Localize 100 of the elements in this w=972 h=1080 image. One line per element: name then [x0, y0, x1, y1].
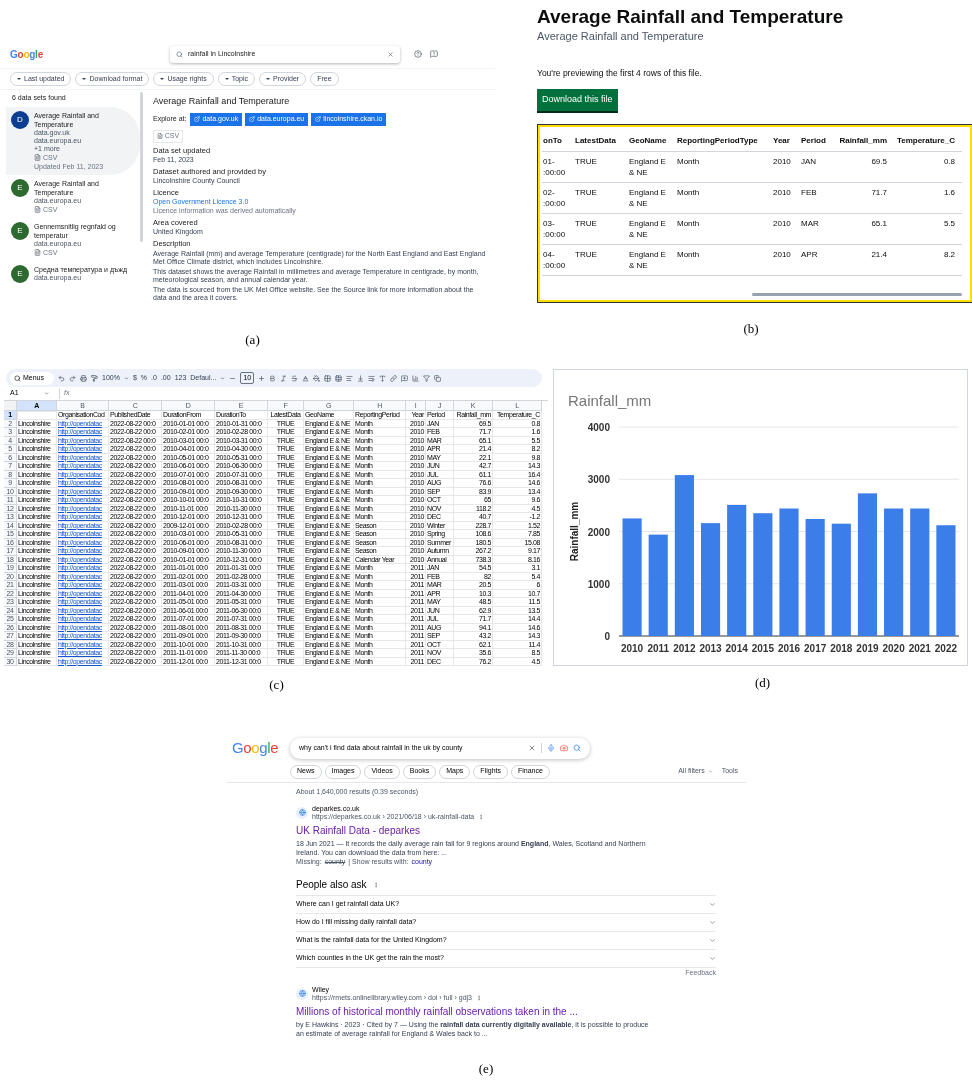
tick-label: 2010 [620, 643, 644, 654]
fill-color-icon[interactable] [313, 374, 321, 382]
close-icon[interactable] [387, 50, 394, 58]
microphone-icon[interactable] [547, 744, 555, 752]
italic-icon[interactable] [280, 374, 288, 382]
more-icon[interactable] [372, 881, 379, 888]
avatar: D [11, 110, 29, 129]
caret-icon [44, 391, 49, 396]
tick-label: 4000 [587, 422, 610, 433]
column-header: onTo [542, 134, 563, 147]
chevron-icon [709, 901, 716, 908]
figure-caption: (c) [269, 675, 284, 694]
paint-format-icon[interactable] [91, 374, 98, 382]
camera-icon[interactable] [560, 744, 568, 752]
tick-label: 2000 [587, 526, 610, 538]
table-cell-text: MAR [800, 217, 820, 230]
table-cell-text: 2010 [772, 186, 792, 199]
page-title: Average Rainfall and Temperature [537, 6, 845, 28]
tick-label: 2015 [751, 643, 774, 654]
tick-label: 2021 [908, 643, 931, 654]
external-link-icon [194, 116, 201, 122]
figure-caption: (d) [754, 674, 771, 693]
caret-icon [17, 78, 21, 80]
text-color-icon[interactable] [302, 374, 310, 382]
print-icon[interactable] [80, 374, 87, 382]
figure-caption: (a) [245, 331, 260, 350]
column-header: Rainfall_mm [838, 134, 888, 147]
more-icon[interactable] [478, 813, 485, 820]
column-header: Temperature_C [895, 134, 956, 147]
chevron-icon [709, 955, 716, 962]
copy-icon[interactable] [434, 374, 442, 382]
tick-label: 2018 [830, 643, 853, 654]
wrap-icon[interactable] [368, 374, 376, 382]
tick-label: 2014 [725, 643, 748, 654]
table-cell-text: England E & NE [628, 155, 667, 178]
link-icon[interactable] [390, 374, 398, 382]
chart-title: Rainfall_mm [568, 392, 652, 409]
table-cell-text: 65.1 [870, 217, 888, 230]
table-cell-text: England E & NE [628, 217, 667, 240]
tick-label: 2012 [673, 643, 696, 654]
external-link-icon [249, 116, 256, 122]
avatar: E [11, 221, 29, 240]
file-icon [34, 154, 41, 161]
external-link-icon [315, 116, 322, 122]
column-header: LatestData [574, 134, 617, 147]
caret-icon [123, 375, 129, 381]
close-icon[interactable] [528, 744, 536, 752]
column-header: Year [772, 134, 791, 147]
table-cell-text: 8.2 [942, 248, 956, 261]
tick-label: 0 [604, 631, 610, 642]
vertical-align-icon[interactable] [357, 374, 365, 382]
strikethrough-icon[interactable] [291, 374, 299, 382]
comment-icon[interactable] [401, 374, 409, 382]
file-icon [156, 133, 163, 139]
help-icon[interactable] [414, 50, 422, 58]
table-cell-text: 04- :00:00 [542, 248, 567, 271]
table-cell-text: APR [800, 248, 819, 261]
result-title-link[interactable]: UK Rainfall Data - deparkes [296, 822, 716, 838]
table-cell-text: 01- :00:00 [542, 155, 567, 178]
chart-icon[interactable] [412, 374, 420, 382]
table-cell-text: Month [676, 248, 701, 261]
merge-icon[interactable] [335, 374, 343, 382]
figure-caption: (b) [743, 319, 759, 338]
column-header: GeoName [628, 134, 668, 147]
filter-icon[interactable] [423, 374, 431, 382]
caret-icon [266, 78, 271, 80]
table-cell-text: 2010 [772, 248, 792, 261]
tick-label: 3000 [587, 474, 610, 486]
table-cell-text: 2010 [772, 155, 792, 168]
table-cell[interactable] [17, 411, 57, 420]
rotate-text-icon[interactable] [379, 374, 387, 382]
redo-icon[interactable] [69, 374, 76, 382]
search-icon [176, 50, 183, 58]
axis-title: Rainfall_mm [569, 501, 580, 562]
search-icon[interactable] [573, 744, 581, 752]
globe-icon [296, 987, 308, 1000]
more-icon[interactable] [476, 994, 482, 1001]
table-cell-text: 69.5 [870, 155, 888, 168]
undo-icon[interactable] [58, 374, 65, 382]
tick-label: 2020 [882, 643, 905, 654]
file-icon [34, 206, 41, 213]
table-cell-text: TRUE [574, 155, 598, 168]
table-cell-text: 5.5 [942, 217, 956, 230]
feedback-icon[interactable] [430, 50, 438, 58]
bold-icon[interactable] [269, 374, 277, 382]
tick-label: 2011 [647, 643, 670, 654]
result-title-link[interactable]: Millions of historical monthly rainfall observations taken in the ... [296, 1003, 716, 1019]
borders-icon[interactable] [324, 374, 332, 382]
table-cell-text: 71.7 [870, 186, 888, 199]
table-cell-text: England E & NE [628, 248, 667, 271]
table-cell-text: JAN [800, 155, 818, 168]
chevron-icon [709, 937, 716, 944]
tick-label: 2013 [699, 643, 722, 654]
download-button[interactable]: Download this file [537, 89, 618, 111]
tick-label: 1000 [587, 578, 610, 590]
align-icon[interactable] [346, 374, 354, 382]
table-cell-text: 2010 [772, 217, 792, 230]
caret-icon [220, 375, 226, 381]
plus-icon[interactable] [258, 374, 266, 382]
table-cell-text: TRUE [574, 217, 598, 230]
